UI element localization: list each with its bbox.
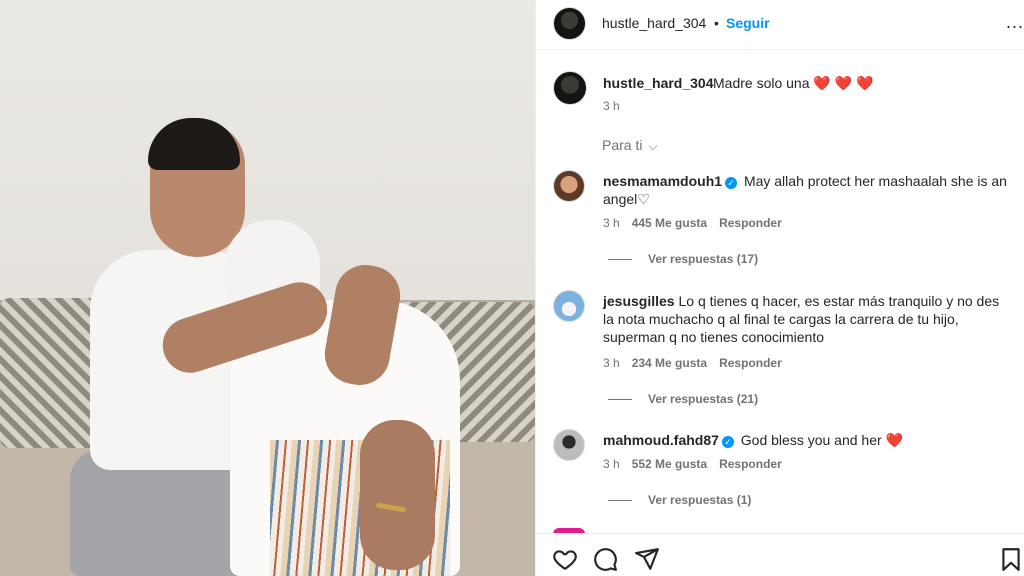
- caption-hearts: ❤️ ❤️ ❤️: [813, 75, 874, 91]
- caption-avatar[interactable]: [553, 71, 587, 105]
- comment-body: mahmoud.fahd87 ✓ God bless you and her ❤️: [603, 431, 1008, 449]
- post-action-bar: [536, 533, 1024, 576]
- view-replies-button[interactable]: Ver respuestas (17): [608, 252, 758, 266]
- view-replies-button[interactable]: Ver respuestas (21): [608, 392, 758, 406]
- comment-avatar[interactable]: [553, 290, 585, 322]
- replies-line: [608, 499, 632, 501]
- comment-body: nesmamamdouh1 ✓ May allah protect her mas…: [603, 172, 1008, 208]
- comment-icon[interactable]: [592, 546, 618, 572]
- share-icon[interactable]: [634, 546, 660, 572]
- comment-text: God bless you and her: [740, 432, 882, 448]
- comment-username[interactable]: nesmamamdouh1: [603, 173, 722, 189]
- comment-username[interactable]: jesusgilles: [603, 293, 675, 309]
- comment-time[interactable]: 3 h: [603, 356, 620, 370]
- comment-username[interactable]: mahmoud.fahd87: [603, 432, 719, 448]
- follow-button[interactable]: Seguir: [726, 15, 770, 31]
- comment-reply-button[interactable]: Responder: [719, 457, 782, 471]
- comment-avatar[interactable]: [553, 170, 585, 202]
- post-side-panel: hustle_hard_304 • Seguir ... hustle_hard…: [535, 0, 1024, 576]
- comment-likes[interactable]: 445 Me gusta: [632, 216, 707, 230]
- author-username[interactable]: hustle_hard_304: [602, 15, 706, 31]
- comment-reply-button[interactable]: Responder: [719, 216, 782, 230]
- comment-likes[interactable]: 234 Me gusta: [632, 356, 707, 370]
- chevron-down-icon: ⌵: [648, 139, 658, 153]
- comment-time[interactable]: 3 h: [603, 216, 620, 230]
- replies-line: [608, 258, 632, 260]
- header-separator: •: [714, 15, 719, 31]
- comment-meta: 3 h 234 Me gusta Responder: [603, 356, 782, 370]
- comment-reply-button[interactable]: Responder: [719, 356, 782, 370]
- view-replies-button[interactable]: Ver respuestas (1): [608, 493, 751, 507]
- view-replies-label: Ver respuestas (17): [648, 252, 759, 266]
- caption-time[interactable]: 3 h: [603, 99, 620, 113]
- comment-meta: 3 h 445 Me gusta Responder: [603, 216, 782, 230]
- replies-line: [608, 398, 632, 400]
- caption-body: Madre solo una: [713, 75, 810, 91]
- comment-filter-dropdown[interactable]: Para ti ⌵: [602, 137, 657, 154]
- post-header: hustle_hard_304 • Seguir ...: [536, 0, 1024, 50]
- comment-heart-emoji: ❤️: [885, 432, 903, 448]
- bookmark-icon[interactable]: [998, 546, 1024, 572]
- caption-text: Madre solo una ❤️ ❤️ ❤️: [713, 75, 873, 92]
- view-replies-label: Ver respuestas (21): [648, 392, 759, 406]
- author-avatar[interactable]: [553, 7, 586, 40]
- comment-time[interactable]: 3 h: [603, 457, 620, 471]
- heart-icon[interactable]: [552, 546, 578, 572]
- verified-badge-icon: ✓: [725, 177, 738, 189]
- comment-meta: 3 h 552 Me gusta Responder: [603, 457, 782, 471]
- view-replies-label: Ver respuestas (1): [648, 493, 752, 507]
- comment-avatar[interactable]: [553, 429, 585, 461]
- comment-filter-label: Para ti: [602, 137, 643, 153]
- post-photo[interactable]: [0, 0, 535, 576]
- photo-woman-arm: [360, 420, 435, 570]
- comment-body: jesusgilles Lo q tienes q hacer, es esta…: [603, 292, 1008, 346]
- more-options-icon[interactable]: ...: [1006, 12, 1024, 33]
- caption-username[interactable]: hustle_hard_304: [603, 75, 714, 91]
- instagram-post-view: hustle_hard_304 • Seguir ... hustle_hard…: [0, 0, 1024, 576]
- verified-badge-icon: ✓: [721, 436, 734, 448]
- comment-likes[interactable]: 552 Me gusta: [632, 457, 707, 471]
